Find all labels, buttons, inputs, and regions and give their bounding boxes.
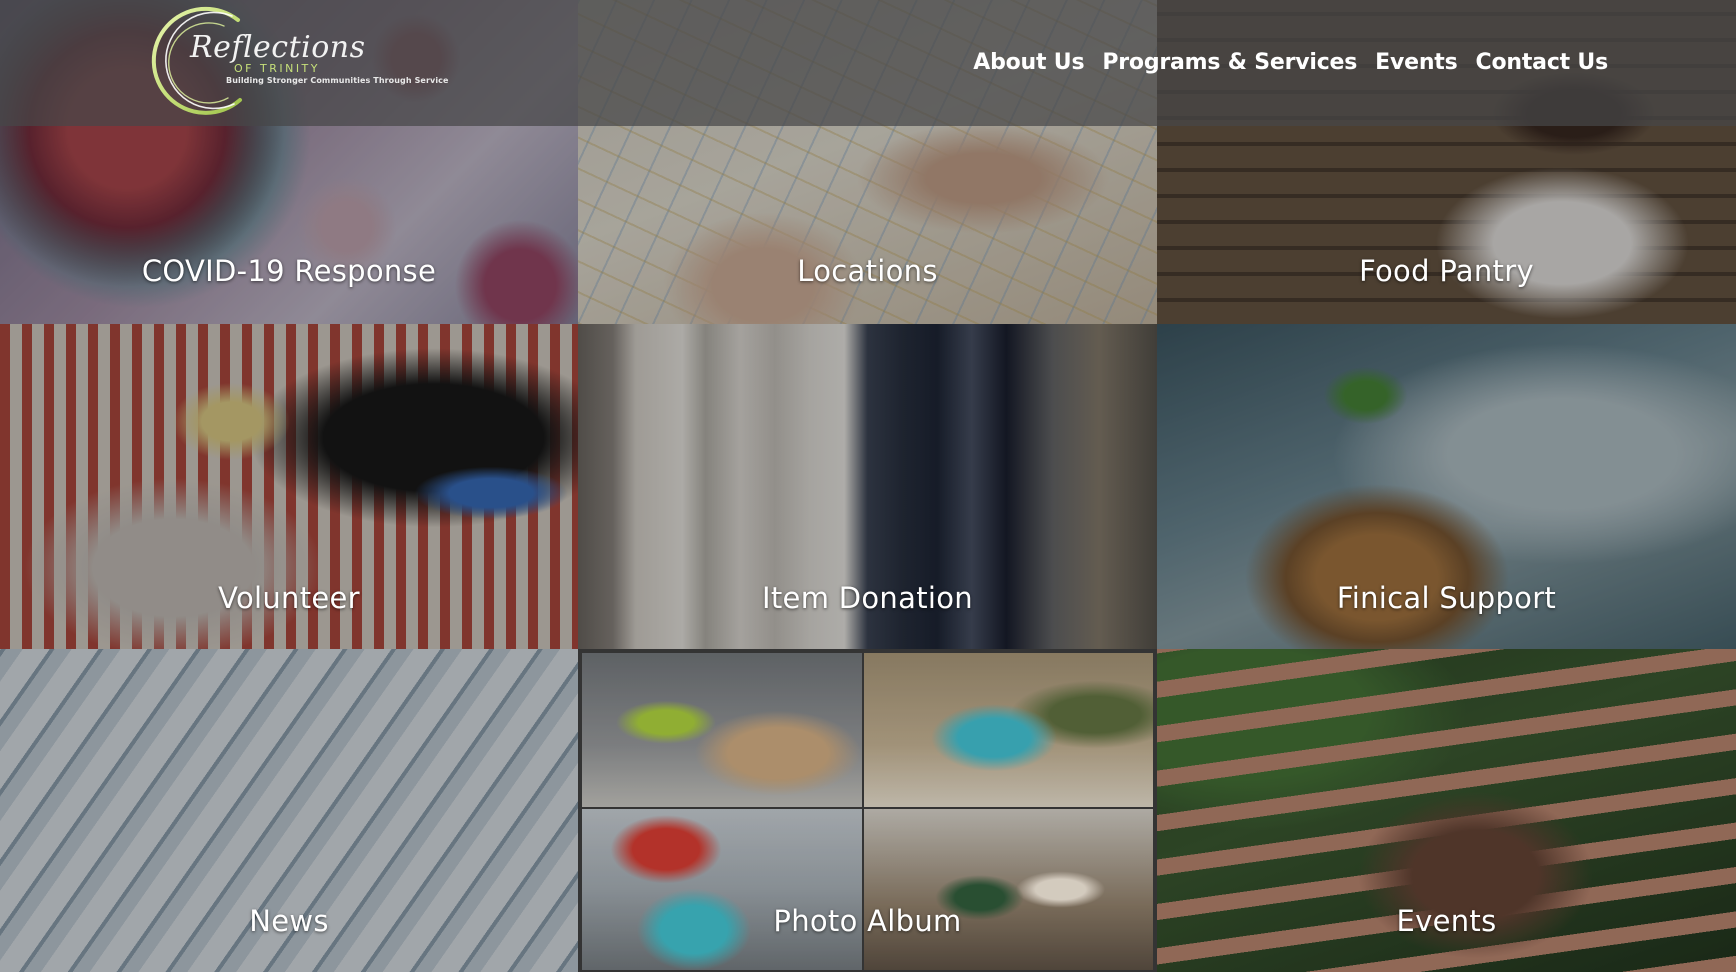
tile-label: Finical Support xyxy=(1336,581,1557,615)
site-logo[interactable]: Reflections OF TRINITY Building Stronger… xyxy=(128,2,448,122)
tile-label: News xyxy=(249,904,329,938)
main-nav: About Us Programs & Services Events Cont… xyxy=(973,50,1608,75)
tile-finical-support[interactable]: Finical Support xyxy=(1157,324,1736,649)
tile-label: Food Pantry xyxy=(1359,254,1534,288)
logo-subtitle: OF TRINITY xyxy=(234,62,320,75)
tile-volunteer[interactable]: Volunteer xyxy=(0,324,578,649)
site-header: Reflections OF TRINITY Building Stronger… xyxy=(0,0,1736,126)
nav-programs-services[interactable]: Programs & Services xyxy=(1102,50,1357,75)
tile-label: COVID-19 Response xyxy=(141,254,437,288)
logo-wordmark: Reflections xyxy=(190,30,366,65)
tile-label: Volunteer xyxy=(218,581,360,615)
tile-label: Item Donation xyxy=(762,581,973,615)
nav-events[interactable]: Events xyxy=(1375,50,1458,75)
tile-label: Locations xyxy=(797,254,938,288)
tile-events[interactable]: Events xyxy=(1157,649,1736,972)
tile-label: Events xyxy=(1396,904,1497,938)
nav-contact-us[interactable]: Contact Us xyxy=(1476,50,1609,75)
tile-grid: COVID-19 Response Locations Food Pantry … xyxy=(0,0,1736,972)
tile-news[interactable]: News xyxy=(0,649,578,972)
logo-tagline: Building Stronger Communities Through Se… xyxy=(226,76,449,85)
tile-photo-album[interactable]: Photo Album xyxy=(578,649,1157,972)
tile-item-donation[interactable]: Item Donation xyxy=(578,324,1157,649)
page: COVID-19 Response Locations Food Pantry … xyxy=(0,0,1736,972)
tile-label: Photo Album xyxy=(773,904,962,938)
nav-about-us[interactable]: About Us xyxy=(973,50,1084,75)
